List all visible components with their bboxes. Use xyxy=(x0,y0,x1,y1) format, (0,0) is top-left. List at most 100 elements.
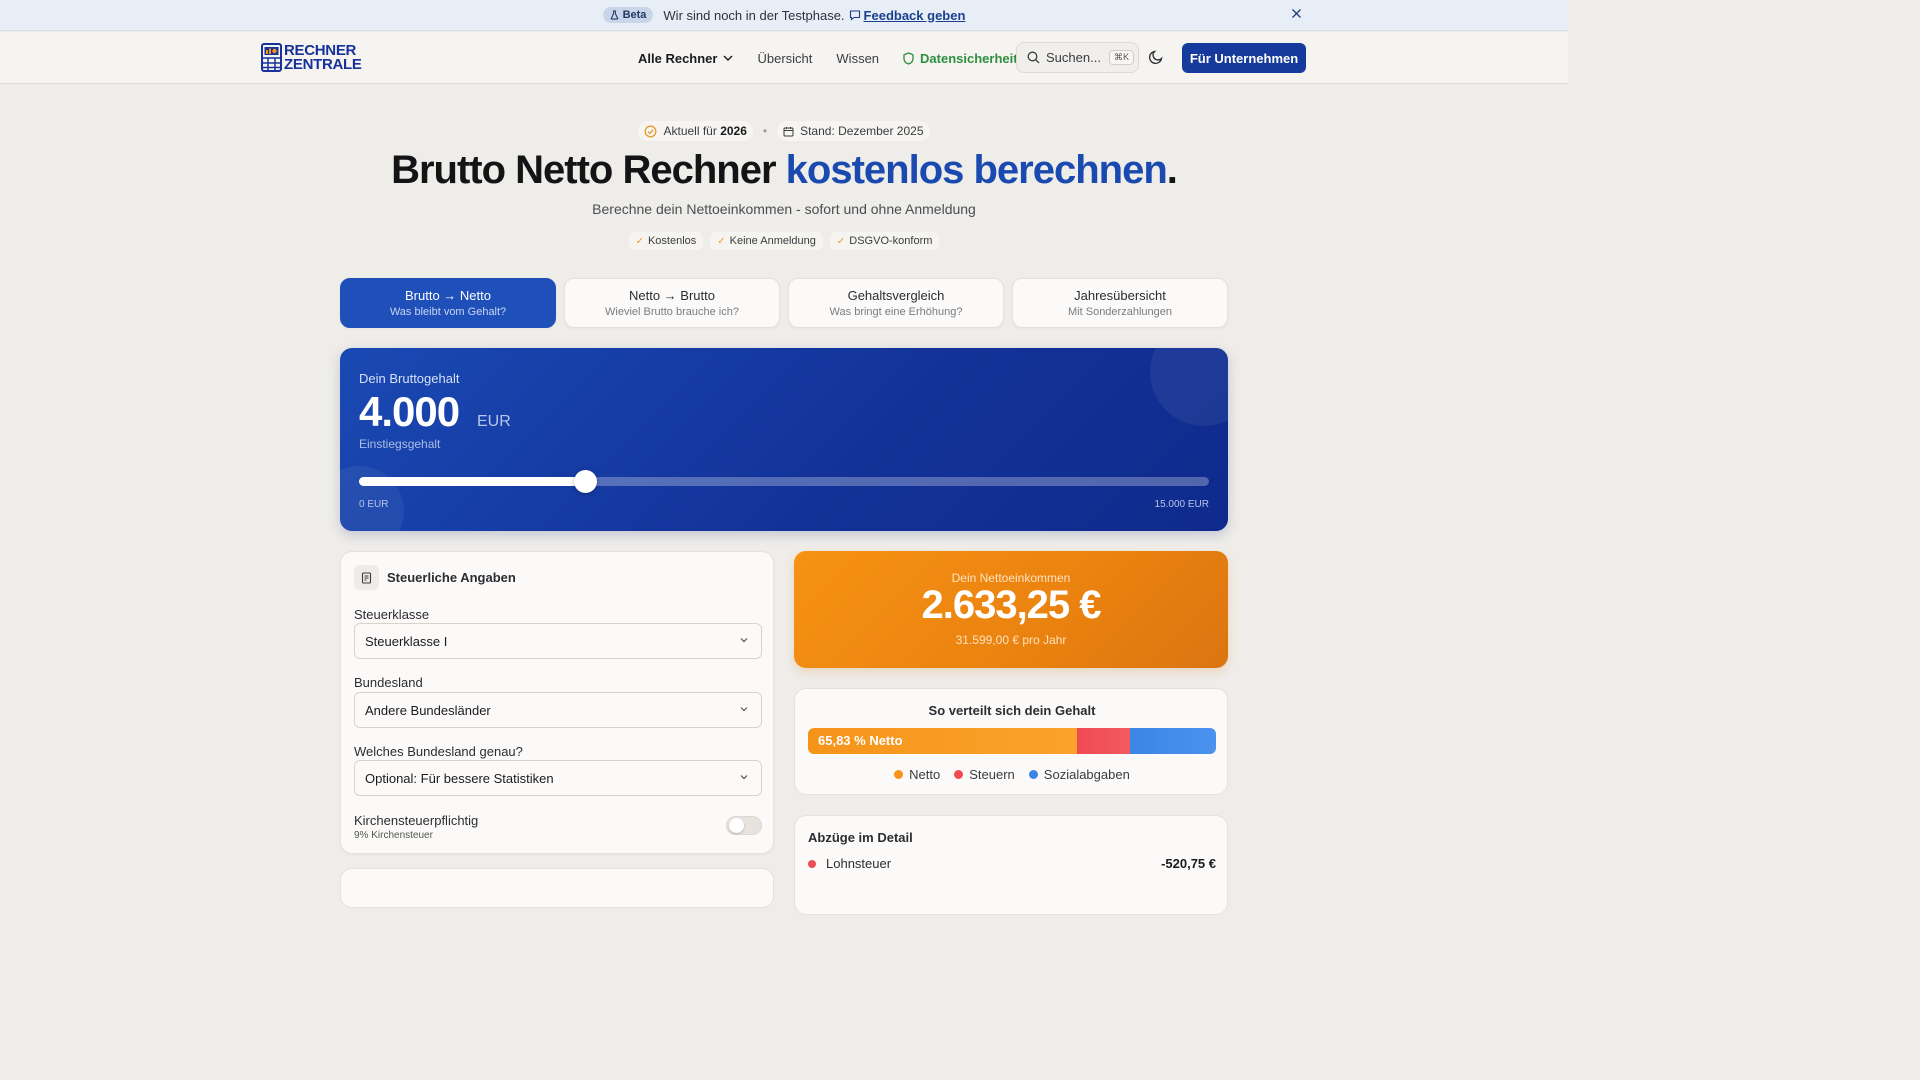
tax-card-header: Steuerliche Angaben xyxy=(354,565,516,590)
legend-label: Steuern xyxy=(969,767,1015,782)
tab-netto-brutto[interactable]: Netto → Brutto Wieviel Brutto brauche ic… xyxy=(564,278,780,328)
distribution-segment-sozialabgaben xyxy=(1129,728,1216,754)
salary-distribution-card: So verteilt sich dein Gehalt 65,83 % Net… xyxy=(794,688,1228,795)
deduction-value: -520,75 € xyxy=(1161,856,1216,871)
tax-card-title: Steuerliche Angaben xyxy=(387,570,516,585)
kirchensteuer-toggle[interactable] xyxy=(726,816,762,835)
bundesland-value: Andere Bundesländer xyxy=(365,702,491,718)
beta-badge: Beta xyxy=(602,7,654,23)
site-header: RECHNER ZENTRALE Alle Rechner Übersicht … xyxy=(0,32,1568,84)
distribution-legend: Netto Steuern Sozialabgaben xyxy=(795,767,1229,782)
search-icon xyxy=(1027,51,1040,64)
steuerklasse-select[interactable]: Steuerklasse I xyxy=(354,623,762,659)
feature-badge-label: DSGVO-konform xyxy=(849,235,933,247)
deductions-title: Abzüge im Detail xyxy=(808,830,913,845)
decorative-circle xyxy=(1150,348,1228,426)
check-icon: ✓ xyxy=(635,235,644,247)
brutto-hint: Einstiegsgehalt xyxy=(359,437,441,451)
feature-badge: ✓ Keine Anmeldung xyxy=(710,232,823,250)
close-icon[interactable] xyxy=(1291,7,1302,23)
legend-swatch xyxy=(894,770,904,779)
slider-fill xyxy=(359,477,586,486)
distribution-segment-steuern xyxy=(1076,728,1130,754)
tab-gehaltsvergleich[interactable]: Gehaltsvergleich Was bringt eine Erhöhun… xyxy=(788,278,1004,328)
page-title-end: . xyxy=(1166,148,1178,192)
feature-badge: ✓ DSGVO-konform xyxy=(829,232,940,250)
deductions-detail-card: Abzüge im Detail Lohnsteuer -520,75 € xyxy=(794,815,1228,915)
netto-amount: 2.633,25 € xyxy=(921,583,1101,627)
chevron-down-icon xyxy=(723,55,733,61)
feedback-link-label: Feedback geben xyxy=(863,7,966,23)
brutto-slider[interactable] xyxy=(359,470,1209,493)
bundesland-select[interactable]: Andere Bundesländer xyxy=(354,692,762,728)
netto-result-card: Dein Nettoeinkommen 2.633,25 € 31.599,00… xyxy=(794,551,1228,668)
slider-max-label: 15.000 EUR xyxy=(1154,499,1209,510)
legend-swatch xyxy=(954,770,964,779)
deduction-swatch xyxy=(808,859,816,868)
kirchensteuer-label: Kirchensteuerpflichtig xyxy=(354,813,479,828)
check-icon: ✓ xyxy=(836,235,846,247)
logo-line2: ZENTRALE xyxy=(284,55,362,73)
beta-label: Beta xyxy=(622,9,647,21)
stand-badge: Stand: Dezember 2025 xyxy=(777,121,930,141)
distribution-title: So verteilt sich dein Gehalt xyxy=(928,703,1096,718)
feature-badge: ✓ Kostenlos xyxy=(628,232,704,250)
calculator-logo-icon xyxy=(261,43,282,72)
bundesland-label: Bundesland xyxy=(354,675,423,690)
meta-separator: • xyxy=(762,124,768,138)
calculator-tabs: Brutto → Netto Was bleibt vom Gehalt? Ne… xyxy=(340,278,1228,328)
nav-overview[interactable]: Übersicht xyxy=(757,51,812,66)
bundesland-genau-value: Optional: Für bessere Statistiken xyxy=(365,770,554,786)
legend-item-sozialabgaben: Sozialabgaben xyxy=(1028,767,1130,782)
calendar-icon xyxy=(783,126,794,136)
nav-all-calculators-label: Alle Rechner xyxy=(638,50,718,66)
chevron-down-icon xyxy=(740,638,748,643)
tab-label: Gehaltsvergleich xyxy=(847,288,945,303)
check-icon: ✓ xyxy=(717,235,726,247)
page-title: Brutto Netto Rechner kostenlos berechnen… xyxy=(0,148,1568,193)
legend-swatch xyxy=(1028,770,1038,779)
current-prefix: Aktuell für xyxy=(663,124,717,138)
bundesland-genau-select[interactable]: Optional: Für bessere Statistiken xyxy=(354,760,762,796)
distribution-bar: 65,83 % Netto xyxy=(808,728,1216,754)
feature-badges: ✓ Kostenlos ✓ Keine Anmeldung ✓ DSGVO-konfo… xyxy=(0,232,1568,250)
slider-handle[interactable] xyxy=(574,470,598,493)
nav-knowledge[interactable]: Wissen xyxy=(836,51,879,66)
feedback-link[interactable]: Feedback geben xyxy=(849,7,966,23)
hero-meta: Aktuell für 2026 • Stand: Dezember 2025 xyxy=(0,121,1568,141)
steuerklasse-value: Steuerklasse I xyxy=(365,633,448,649)
current-year: 2026 xyxy=(720,124,747,138)
logo-text: RECHNER ZENTRALE xyxy=(284,43,362,73)
steuerklasse-label: Steuerklasse xyxy=(354,607,430,622)
page-subtitle: Berechne dein Nettoeinkommen - sofort un… xyxy=(592,201,976,217)
tab-sublabel: Wieviel Brutto brauche ich? xyxy=(605,306,739,318)
nav-data-security[interactable]: Datensicherheit xyxy=(903,51,1018,66)
brutto-currency: EUR xyxy=(477,413,511,430)
brutto-card: Dein Bruttogehalt 4.000 EUR Einstiegsgeh… xyxy=(340,348,1228,531)
search-input[interactable]: Suchen... ⌘K xyxy=(1016,42,1139,73)
tab-sublabel: Was bleibt vom Gehalt? xyxy=(389,306,507,318)
feature-badge-label: Keine Anmeldung xyxy=(729,235,816,247)
moon-icon[interactable] xyxy=(1148,49,1166,67)
tab-label: Brutto → Netto xyxy=(405,288,491,303)
legend-label: Sozialabgaben xyxy=(1043,767,1130,782)
tab-label: Netto → Brutto xyxy=(629,288,715,303)
receipt-icon xyxy=(354,565,379,590)
main-nav: Alle Rechner Übersicht Wissen Datensiche… xyxy=(638,32,1042,84)
nav-all-calculators[interactable]: Alle Rechner xyxy=(638,51,733,66)
beta-message: Wir sind noch in der Testphase. xyxy=(663,7,845,23)
distribution-bar-label: 65,83 % Netto xyxy=(818,733,903,748)
for-business-button[interactable]: Für Unternehmen xyxy=(1182,43,1306,73)
tax-settings-card: Steuerliche Angaben Steuerklasse Steuerk… xyxy=(340,551,774,854)
search-shortcut: ⌘K xyxy=(1108,50,1134,65)
flask-icon xyxy=(610,10,618,20)
page-title-accent: kostenlos berechnen xyxy=(785,148,1168,192)
slider-min-label: 0 EUR xyxy=(359,499,389,510)
logo[interactable]: RECHNER ZENTRALE xyxy=(261,43,362,72)
tab-jahresuebersicht[interactable]: Jahresübersicht Mit Sonderzahlungen xyxy=(1012,278,1228,328)
secondary-settings-card xyxy=(340,868,774,908)
brutto-amount[interactable]: 4.000 xyxy=(359,388,460,436)
legend-item-netto: Netto xyxy=(894,767,940,782)
tab-brutto-netto[interactable]: Brutto → Netto Was bleibt vom Gehalt? xyxy=(340,278,556,328)
badge-check-icon xyxy=(645,125,657,137)
